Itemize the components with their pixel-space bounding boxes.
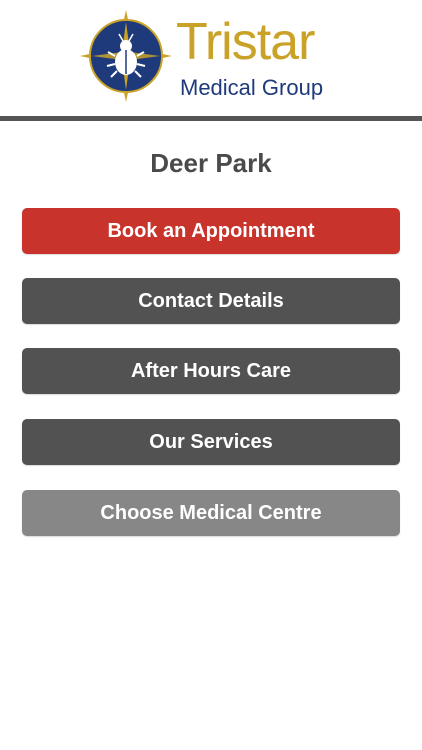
logo-subtitle: Medical Group <box>180 75 324 100</box>
after-hours-care-button[interactable]: After Hours Care <box>22 348 400 394</box>
contact-details-button[interactable]: Contact Details <box>22 278 400 324</box>
scarab-compass-emblem-icon <box>80 10 172 102</box>
tristar-logo: Tristar Medical Group <box>80 10 350 106</box>
logo-wordmark: Tristar <box>176 13 315 71</box>
book-appointment-button[interactable]: Book an Appointment <box>22 208 400 254</box>
our-services-button[interactable]: Our Services <box>22 419 400 465</box>
page-title: Deer Park <box>150 148 272 178</box>
header-divider <box>0 116 422 121</box>
choose-medical-centre-button[interactable]: Choose Medical Centre <box>22 490 400 536</box>
app-header: Tristar Medical Group <box>0 0 422 116</box>
